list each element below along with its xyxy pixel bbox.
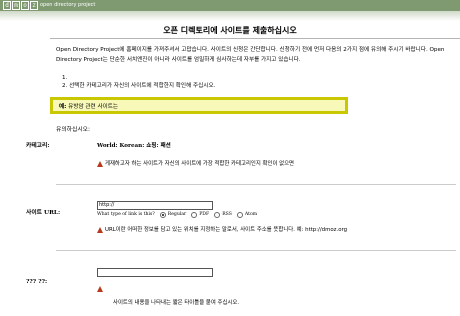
section-divider [56,184,456,185]
radio-rss[interactable] [214,211,221,218]
radio-atom[interactable] [236,211,243,218]
header-tagline: open directory project [40,2,96,8]
link-type-row: What type of link is this? Regular PDF R… [97,211,257,218]
warning-icon [97,286,103,292]
logo-letter: m [12,1,20,10]
site-title-label: ??? ??: [26,279,48,285]
site-url-hint: URL이란 어떠한 정보를 담고 있는 위치를 지정하는 말로서, 사이트 주소… [105,227,348,233]
category-label: 카테고리: [26,143,50,149]
radio-pdf-label: PDF [199,212,210,217]
radio-regular[interactable] [159,211,166,218]
title-divider [50,38,460,39]
radio-atom-label: Atom [244,212,258,217]
section-divider [56,250,456,251]
radio-pdf[interactable] [191,211,198,218]
site-url-label: 사이트 URL: [26,210,61,216]
radio-regular-label: Regular [167,212,187,217]
header-shadow [0,11,460,21]
site-url-input[interactable] [97,201,213,210]
warning-icon [97,227,103,233]
step-2: 2. 선택한 카테고리가 자신의 사이트에 적합한지 확인해 주십시오. [62,83,216,89]
page-title: 오픈 디렉토리에 사이트를 제출하십시오 [163,26,297,35]
category-hint: 게재하고자 하는 사이트가 자신의 사이트에 가장 적합한 카테고리인지 확인이… [105,161,295,167]
note-heading: 유의하십시오: [56,127,90,133]
logo-letter: d [3,1,11,10]
category-value: World: Korean: 쇼핑: 패션 [97,143,171,149]
logo-letter: z [30,1,38,10]
link-type-question: What type of link is this? [97,212,155,217]
callout-body: 유방암 관련 사이트는 [66,104,119,110]
step-1: 1. [62,75,68,81]
dmoz-logo[interactable]: d m o z [3,1,38,10]
site-title-hint: 사이트의 내용을 나타내는 짧은 타이틀을 붙여 주십시오. [113,300,240,306]
intro-paragraph: Open Directory Project에 홈페이지를 가져주셔서 고맙습니… [56,47,445,63]
logo-letter: o [21,1,29,10]
callout-text: 예: 유방암 관련 사이트는 [59,103,118,111]
site-title-input[interactable] [97,268,213,277]
header-bar: d m o z open directory project [0,0,460,11]
radio-rss-label: RSS [222,212,232,217]
example-callout: 예: 유방암 관련 사이트는 [50,97,348,114]
warning-icon [97,161,103,167]
